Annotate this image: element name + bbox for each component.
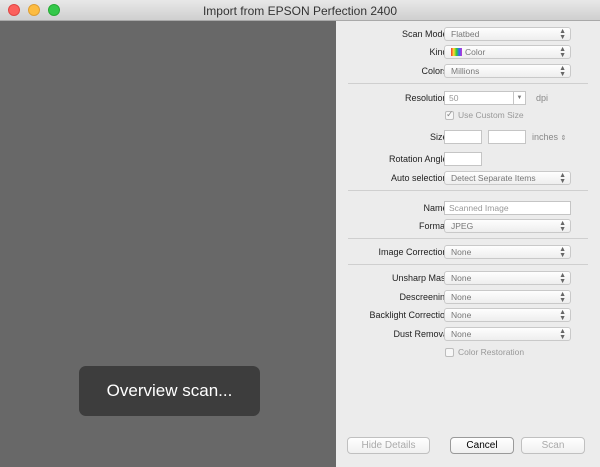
auto-selection-popup[interactable]: Detect Separate Items ▲ ▼ (444, 171, 571, 185)
hide-details-button[interactable]: Hide Details (347, 437, 430, 454)
chevron-updown-icon: ⇕ (560, 135, 567, 142)
auto-selection-row: Auto selection: Detect Separate Items ▲ ▼ (336, 171, 600, 187)
rotation-angle-row: Rotation Angle: (336, 152, 600, 168)
scan-mode-label: Scan Mode: (401, 29, 450, 39)
separator (348, 190, 588, 191)
descreening-label: Descreening (399, 292, 450, 302)
use-custom-size-checkbox[interactable] (445, 109, 454, 120)
image-correction-row: Image Correction: None ▲ ▼ (336, 245, 600, 261)
overview-scan-overlay: Overview scan... (79, 366, 260, 416)
auto-selection-value: Detect Separate Items (451, 173, 536, 183)
size-width-field[interactable] (444, 130, 482, 144)
size-unit-popup[interactable]: inches ⇕ (532, 132, 566, 142)
chevron-down-icon[interactable]: ▼ (513, 92, 525, 104)
colors-popup[interactable]: Millions ▲ ▼ (444, 64, 571, 78)
separator (348, 83, 588, 84)
chevron-updown-icon: ▲ ▼ (559, 172, 566, 185)
image-correction-value: None (451, 247, 472, 257)
kind-value: Color (465, 47, 486, 57)
color-swatch-icon (451, 48, 462, 56)
settings-panel: Scan Mode: Flatbed ▲ ▼ Kind: Color ▲ ▼ Col… (336, 21, 600, 467)
descreening-value: None (451, 292, 472, 302)
scan-mode-popup[interactable]: Flatbed ▲ ▼ (444, 27, 571, 41)
image-correction-label: Image Correction: (378, 247, 450, 257)
size-row: Size: inches ⇕ (336, 130, 600, 146)
separator (348, 238, 588, 239)
backlight-correction-popup[interactable]: None ▲ ▼ (444, 308, 571, 322)
chevron-updown-icon: ▲ ▼ (559, 46, 566, 59)
chevron-updown-icon: ▲ ▼ (559, 28, 566, 41)
color-restoration-row[interactable]: Color Restoration (445, 347, 524, 357)
unsharp-mask-row: Unsharp Mask None ▲ ▼ (336, 271, 600, 287)
chevron-updown-icon: ▲ ▼ (559, 291, 566, 304)
use-custom-size-row[interactable]: Use Custom Size (445, 109, 524, 120)
title-bar: Import from EPSON Perfection 2400 (0, 0, 600, 21)
use-custom-size-label: Use Custom Size (458, 110, 524, 120)
resolution-combo[interactable]: 50 ▼ (444, 91, 526, 105)
name-field[interactable]: Scanned Image (444, 201, 571, 215)
separator (348, 264, 588, 265)
dust-removal-popup[interactable]: None ▲ ▼ (444, 327, 571, 341)
backlight-correction-row: Backlight Correction None ▲ ▼ (336, 308, 600, 324)
format-row: Format: JPEG ▲ ▼ (336, 219, 600, 235)
rotation-angle-label: Rotation Angle: (388, 154, 450, 164)
size-height-field[interactable] (488, 130, 526, 144)
kind-popup[interactable]: Color ▲ ▼ (444, 45, 571, 59)
color-restoration-checkbox[interactable] (445, 347, 454, 357)
backlight-correction-value: None (451, 310, 472, 320)
window-title: Import from EPSON Perfection 2400 (202, 4, 398, 18)
colors-row: Colors: Millions ▲ ▼ (336, 64, 600, 80)
scan-mode-value: Flatbed (451, 29, 480, 39)
cancel-button[interactable]: Cancel (450, 437, 514, 454)
dust-removal-value: None (451, 329, 472, 339)
unsharp-mask-label: Unsharp Mask (391, 273, 450, 283)
descreening-popup[interactable]: None ▲ ▼ (444, 290, 571, 304)
format-value: JPEG (451, 221, 474, 231)
name-row: Name: Scanned Image (336, 201, 600, 217)
overview-scan-text: Overview scan... (106, 381, 233, 400)
descreening-row: Descreening None ▲ ▼ (336, 290, 600, 306)
kind-row: Kind: Color ▲ ▼ (336, 45, 600, 61)
size-unit-value: inches (532, 132, 559, 142)
color-restoration-label: Color Restoration (458, 347, 525, 357)
chevron-updown-icon: ▲ ▼ (559, 328, 566, 341)
unsharp-mask-value: None (451, 273, 472, 283)
dust-removal-label: Dust Removal (393, 329, 450, 339)
rotation-angle-field[interactable] (444, 152, 482, 166)
resolution-value: 50 (449, 93, 459, 103)
name-value: Scanned Image (449, 203, 509, 213)
resolution-unit: dpi (536, 93, 549, 103)
scan-mode-row: Scan Mode: Flatbed ▲ ▼ (336, 27, 600, 43)
colors-value: Millions (451, 66, 480, 76)
dust-removal-row: Dust Removal None ▲ ▼ (336, 327, 600, 343)
resolution-row: Resolution: 50 ▼ dpi (336, 91, 600, 107)
backlight-correction-label: Backlight Correction (369, 310, 450, 320)
auto-selection-label: Auto selection: (390, 173, 450, 183)
image-correction-popup[interactable]: None ▲ ▼ (444, 245, 571, 259)
chevron-updown-icon: ▲ ▼ (559, 220, 566, 233)
chevron-updown-icon: ▲ ▼ (559, 272, 566, 285)
chevron-updown-icon: ▲ ▼ (559, 309, 566, 322)
chevron-updown-icon: ▲ ▼ (559, 65, 566, 78)
chevron-updown-icon: ▲ ▼ (559, 246, 566, 259)
scan-button[interactable]: Scan (521, 437, 585, 454)
unsharp-mask-popup[interactable]: None ▲ ▼ (444, 271, 571, 285)
format-popup[interactable]: JPEG ▲ ▼ (444, 219, 571, 233)
